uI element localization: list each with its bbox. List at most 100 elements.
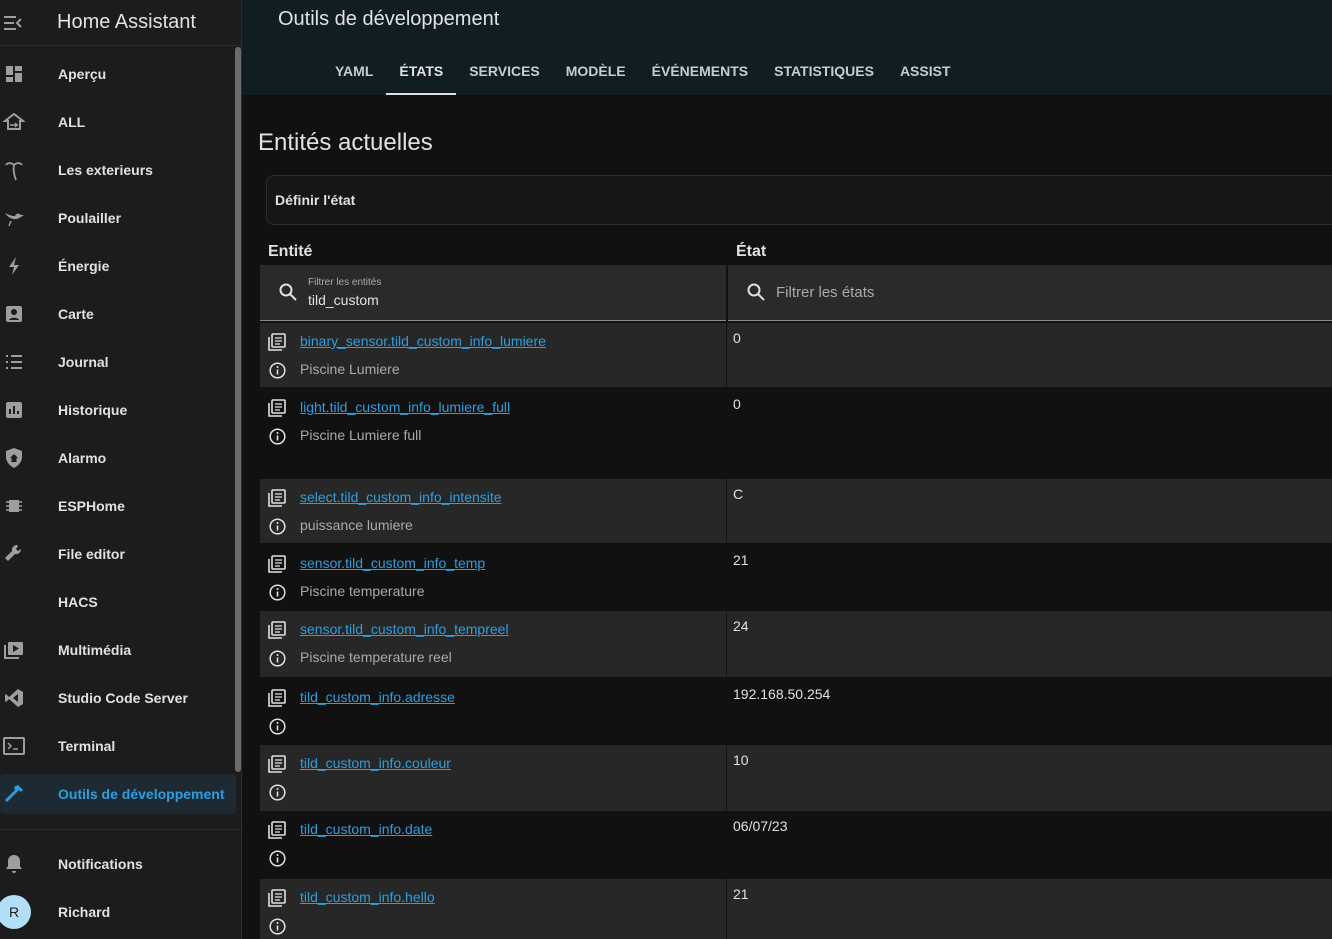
- sidebar-item-notifications[interactable]: Notifications: [0, 844, 236, 884]
- state-cell: 24: [727, 611, 1332, 677]
- bell-icon: [0, 852, 28, 876]
- tab-etats[interactable]: ÉTATS: [386, 47, 457, 95]
- info-icon[interactable]: [269, 584, 286, 601]
- friendly-name: Piscine temperature: [300, 583, 425, 599]
- entity-id-link[interactable]: sensor.tild_custom_info_tempreel: [300, 621, 509, 637]
- info-icon[interactable]: [269, 918, 286, 935]
- friendly-name: puissance lumiere: [300, 517, 413, 533]
- state-cell: 21: [727, 879, 1332, 939]
- set-state-panel[interactable]: Définir l'état: [266, 175, 1332, 225]
- entity-cell: sensor.tild_custom_info_temp Piscine tem…: [260, 545, 726, 609]
- sidebar-item-les-exterieurs[interactable]: Les exterieurs: [0, 150, 236, 190]
- entity-filter-field[interactable]: Filtrer les entités tild_custom: [260, 265, 726, 321]
- friendly-name: Piscine temperature reel: [300, 649, 452, 665]
- entity-id-link[interactable]: tild_custom_info.hello: [300, 889, 435, 905]
- info-icon[interactable]: [269, 362, 286, 379]
- sidebar-item-terminal[interactable]: Terminal: [0, 726, 236, 766]
- sidebar-item-label: ALL: [58, 114, 86, 130]
- sidebar-header: Home Assistant: [0, 0, 241, 46]
- entity-id-link[interactable]: light.tild_custom_info_lumiere_full: [300, 399, 510, 415]
- state-value: 21: [733, 552, 749, 568]
- sidebar-item-journal[interactable]: Journal: [0, 342, 236, 382]
- info-icon[interactable]: [269, 518, 286, 535]
- entity-id-link[interactable]: binary_sensor.tild_custom_info_lumiere: [300, 333, 546, 349]
- info-icon[interactable]: [269, 428, 286, 445]
- sidebar-item-label: Journal: [58, 354, 109, 370]
- sidebar-item-label: Terminal: [58, 738, 116, 754]
- tab-services[interactable]: SERVICES: [456, 47, 553, 95]
- clipboard-icon[interactable]: [268, 889, 286, 907]
- column-header-state[interactable]: État: [736, 243, 766, 261]
- clipboard-icon[interactable]: [268, 621, 286, 639]
- entity-cell: binary_sensor.tild_custom_info_lumiere P…: [260, 323, 726, 387]
- info-icon[interactable]: [269, 650, 286, 667]
- vscode-icon: [0, 686, 28, 710]
- sidebar-item-alarmo[interactable]: Alarmo: [0, 438, 236, 478]
- entity-id-link[interactable]: sensor.tild_custom_info_temp: [300, 555, 485, 571]
- state-filter-placeholder[interactable]: Filtrer les états: [776, 284, 874, 301]
- sidebar-item-historique[interactable]: Historique: [0, 390, 236, 430]
- sidebar-item-energie[interactable]: Énergie: [0, 246, 236, 286]
- sidebar-item-label: Studio Code Server: [58, 690, 188, 706]
- tab-statistiques[interactable]: STATISTIQUES: [761, 47, 887, 95]
- info-icon[interactable]: [269, 784, 286, 801]
- table-row: tild_custom_info.couleur 10: [260, 745, 1332, 811]
- clipboard-icon[interactable]: [268, 755, 286, 773]
- chip-icon: [0, 494, 28, 518]
- state-filter-field[interactable]: Filtrer les états: [728, 265, 1332, 321]
- sidebar-item-poulailler[interactable]: Poulailler: [0, 198, 236, 238]
- tab-modele[interactable]: MODÈLE: [553, 47, 639, 95]
- sidebar-item-all[interactable]: ALL: [0, 102, 236, 142]
- sidebar-item-label: Les exterieurs: [58, 162, 153, 178]
- sidebar-item-label: Outils de développement: [58, 786, 225, 802]
- clipboard-icon[interactable]: [268, 821, 286, 839]
- tab-assist[interactable]: ASSIST: [887, 47, 964, 95]
- state-value: 24: [733, 618, 749, 634]
- entity-id-link[interactable]: tild_custom_info.date: [300, 821, 432, 837]
- clipboard-icon[interactable]: [268, 489, 286, 507]
- sidebar-item-apercu[interactable]: Aperçu: [0, 54, 236, 94]
- sidebar-item-carte[interactable]: Carte: [0, 294, 236, 334]
- clipboard-icon[interactable]: [268, 399, 286, 417]
- table-row: sensor.tild_custom_info_tempreel Piscine…: [260, 611, 1332, 677]
- clipboard-icon[interactable]: [268, 555, 286, 573]
- state-cell: 192.168.50.254: [727, 679, 1332, 743]
- entity-id-link[interactable]: tild_custom_info.couleur: [300, 755, 451, 771]
- tab-yaml[interactable]: YAML: [322, 47, 386, 95]
- clipboard-icon[interactable]: [268, 333, 286, 351]
- entity-id-link[interactable]: select.tild_custom_info_intensite: [300, 489, 502, 505]
- list-icon: [0, 350, 28, 374]
- sidebar-item-label: Historique: [58, 402, 128, 418]
- clipboard-icon[interactable]: [268, 689, 286, 707]
- state-value: 0: [733, 330, 741, 346]
- table-row: sensor.tild_custom_info_temp Piscine tem…: [260, 545, 1332, 609]
- sidebar-item-hacs[interactable]: HACS: [0, 582, 236, 622]
- info-icon[interactable]: [269, 718, 286, 735]
- home-switch-icon: [0, 110, 28, 134]
- page-title: Outils de développement: [278, 8, 500, 30]
- table-row: tild_custom_info.hello 21: [260, 879, 1332, 939]
- search-icon: [278, 282, 298, 302]
- entity-cell: tild_custom_info.adresse: [260, 679, 726, 743]
- main-content: Entités actuelles Définir l'état Entité …: [242, 95, 1332, 939]
- entity-id-link[interactable]: tild_custom_info.adresse: [300, 689, 455, 705]
- sidebar-item-studio-code-server[interactable]: Studio Code Server: [0, 678, 236, 718]
- column-header-entity[interactable]: Entité: [268, 243, 312, 261]
- sidebar-item-profile[interactable]: R Richard: [0, 892, 236, 932]
- menu-icon[interactable]: [3, 15, 27, 31]
- state-value: 192.168.50.254: [733, 686, 831, 702]
- sidebar-item-label: Alarmo: [58, 450, 107, 466]
- sidebar-item-multimedia[interactable]: Multimédia: [0, 630, 236, 670]
- info-icon[interactable]: [269, 850, 286, 867]
- entity-filter-value[interactable]: tild_custom: [308, 292, 379, 308]
- sidebar-item-esphome[interactable]: ESPHome: [0, 486, 236, 526]
- sidebar-item-file-editor[interactable]: File editor: [0, 534, 236, 574]
- bird-icon: [0, 206, 28, 230]
- table-row: light.tild_custom_info_lumiere_full Pisc…: [260, 389, 1332, 479]
- entity-cell: select.tild_custom_info_intensite puissa…: [260, 479, 726, 543]
- sidebar-item-outils-de-developpement[interactable]: Outils de développement: [0, 774, 236, 814]
- tab-evenements[interactable]: ÉVÉNEMENTS: [639, 47, 761, 95]
- sidebar-scrollbar[interactable]: [235, 47, 241, 772]
- sidebar: Home Assistant Aperçu ALL Les exterieurs…: [0, 0, 242, 939]
- entity-cell: sensor.tild_custom_info_tempreel Piscine…: [260, 611, 726, 677]
